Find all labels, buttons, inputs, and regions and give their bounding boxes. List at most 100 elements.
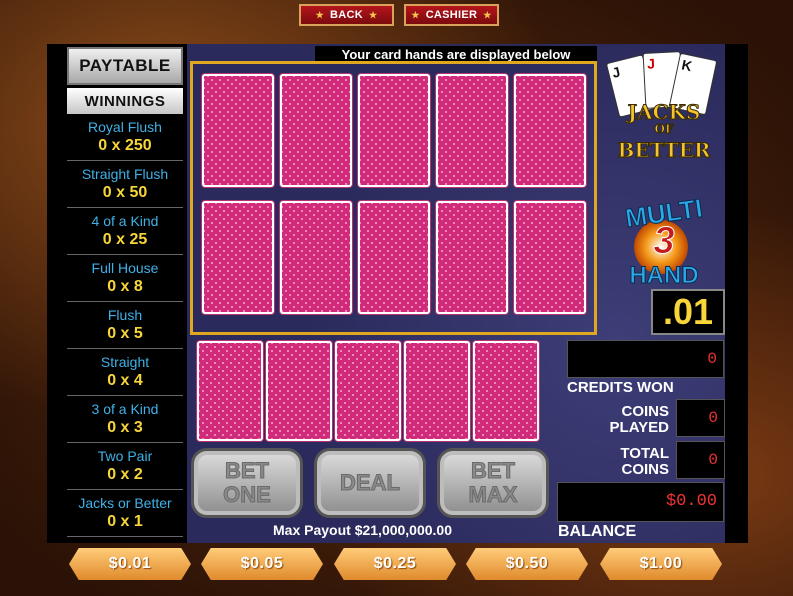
paytable-row: Flush 0 x 5	[67, 303, 183, 349]
hand-name: Flush	[107, 307, 143, 323]
total-coins-label-2: COINS	[621, 461, 669, 478]
hand-name: 3 of a Kind	[91, 401, 159, 417]
paytable-label: PAYTABLE	[79, 56, 171, 75]
hand-payout: 0 x 250	[98, 137, 152, 154]
denomination-button-025[interactable]: $0.25	[334, 548, 456, 580]
bet-one-button[interactable]: BET ONE	[191, 448, 303, 518]
coins-played-label-2: PLAYED	[609, 419, 669, 436]
card-back	[280, 74, 352, 187]
denomination-button-001[interactable]: $0.01	[69, 548, 191, 580]
paytable-list: Royal Flush 0 x 250 Straight Flush 0 x 5 0 …	[67, 115, 183, 538]
hand-name: 4 of a Kind	[91, 213, 159, 229]
logo-card-j2: J	[646, 55, 656, 72]
denomination-button-050[interactable]: $0.50	[466, 548, 588, 580]
deal-button[interactable]: DEAL	[314, 448, 426, 518]
upper-hands-frame	[190, 61, 597, 335]
paytable-row: Two Pair 0 x 2	[67, 444, 183, 490]
card-back	[202, 74, 274, 187]
denomination-display: .01	[651, 289, 725, 335]
denomination-button-100[interactable]: $1.00	[600, 548, 722, 580]
logo-card-j: J	[610, 63, 622, 81]
paytable-row: Straight 0 x 4	[67, 350, 183, 396]
paytable-row: Straight Flush 0 x 50	[67, 162, 183, 208]
paytable-row: 3 of a Kind 0 x 3	[67, 397, 183, 443]
back-label: BACK	[330, 9, 363, 21]
card-back	[436, 201, 508, 314]
denomination-label: $0.25	[373, 555, 417, 572]
paytable-row: 4 of a Kind 0 x 25	[67, 209, 183, 255]
hand-payout: 0 x 3	[107, 419, 143, 436]
card-back	[358, 74, 430, 187]
card-back	[280, 201, 352, 314]
deal-label: DEAL	[340, 470, 401, 495]
coins-played-label-1: COINS	[621, 403, 669, 420]
card-back	[202, 201, 274, 314]
logo-card-k: K	[680, 56, 694, 75]
balance-display: $0.00	[557, 482, 724, 522]
coins-played-label: COINS PLAYED	[595, 404, 669, 436]
balance-label: BALANCE	[558, 523, 637, 540]
bet-max-label-2: MAX	[468, 482, 518, 507]
credits-won-value: 0	[707, 350, 717, 368]
credits-won-display: 0	[567, 340, 724, 378]
bet-max-label: BET MAX	[468, 458, 518, 507]
bet-one-label-1: BET	[225, 458, 270, 483]
paytable-button[interactable]: PAYTABLE	[67, 47, 183, 85]
winnings-label: WINNINGS	[84, 92, 166, 110]
balance-value: $0.00	[665, 492, 717, 511]
card-back	[358, 201, 430, 314]
video-poker-machine: PAYTABLE WINNINGS Royal Flush 0 x 250 Str…	[47, 44, 748, 543]
star-icon: ★	[315, 9, 324, 20]
hand-payout: 0 x 5	[107, 325, 143, 342]
cashier-button[interactable]: ★ CASHIER ★	[404, 4, 499, 26]
bet-one-label: BET ONE	[223, 458, 272, 507]
hand-payout: 0 x 50	[102, 184, 148, 201]
hand-payout: 0 x 4	[107, 372, 143, 389]
hands-notice-text: Your card hands are displayed below	[341, 46, 571, 62]
hands-notice: Your card hands are displayed below	[315, 46, 597, 62]
hand-payout: 0 x 2	[107, 466, 143, 483]
denomination-label: $1.00	[639, 555, 683, 572]
logo-of: OF	[654, 122, 674, 137]
logo-hand: HAND	[629, 262, 699, 290]
logo-better: BETTER	[617, 138, 711, 163]
coins-played-display: 0	[676, 399, 725, 437]
player-card-3[interactable]	[335, 341, 401, 441]
paytable-row: Jacks or Better 0 x 1	[67, 491, 183, 537]
hand-payout: 0 x 25	[102, 231, 148, 248]
player-card-4[interactable]	[404, 341, 470, 441]
star-icon: ★	[368, 9, 378, 20]
hand-name: Straight	[100, 354, 150, 370]
star-icon: ★	[483, 9, 492, 20]
card-back	[436, 74, 508, 187]
total-coins-label-1: TOTAL	[620, 445, 669, 462]
player-card-5[interactable]	[473, 341, 539, 441]
total-coins-value: 0	[708, 451, 718, 469]
max-payout-text: Max Payout $21,000,000.00	[273, 522, 453, 538]
bet-max-button[interactable]: BET MAX	[437, 448, 549, 518]
denomination-label: $0.05	[240, 555, 284, 572]
player-card-1[interactable]	[197, 341, 263, 441]
hand-name: Jacks or Better	[78, 495, 172, 511]
logo-number: 3	[653, 220, 675, 263]
paytable-row: Full House 0 x 8	[67, 256, 183, 302]
hand-payout: 0 x 1	[107, 513, 143, 530]
hand-name: Two Pair	[97, 448, 153, 464]
hand-name: Straight Flush	[81, 166, 169, 182]
back-button[interactable]: ★ BACK ★	[299, 4, 394, 26]
bet-one-label-2: ONE	[223, 482, 272, 507]
card-back	[514, 74, 586, 187]
paytable-row: Royal Flush 0 x 250	[67, 115, 183, 161]
denomination-label: $0.01	[108, 555, 152, 572]
coins-played-value: 0	[708, 409, 718, 427]
hand-name: Royal Flush	[88, 119, 162, 135]
logo-jacks: JACKS	[627, 100, 701, 125]
denomination-label: $0.50	[505, 555, 549, 572]
hand-name: Full House	[91, 260, 159, 276]
game-logo: J J K JACKS OF BETTER MULTI 3 HAND	[600, 50, 728, 290]
denomination-button-005[interactable]: $0.05	[201, 548, 323, 580]
player-card-2[interactable]	[266, 341, 332, 441]
cashier-label: CASHIER	[425, 9, 478, 21]
card-back	[514, 201, 586, 314]
hand-payout: 0 x 8	[107, 278, 143, 295]
